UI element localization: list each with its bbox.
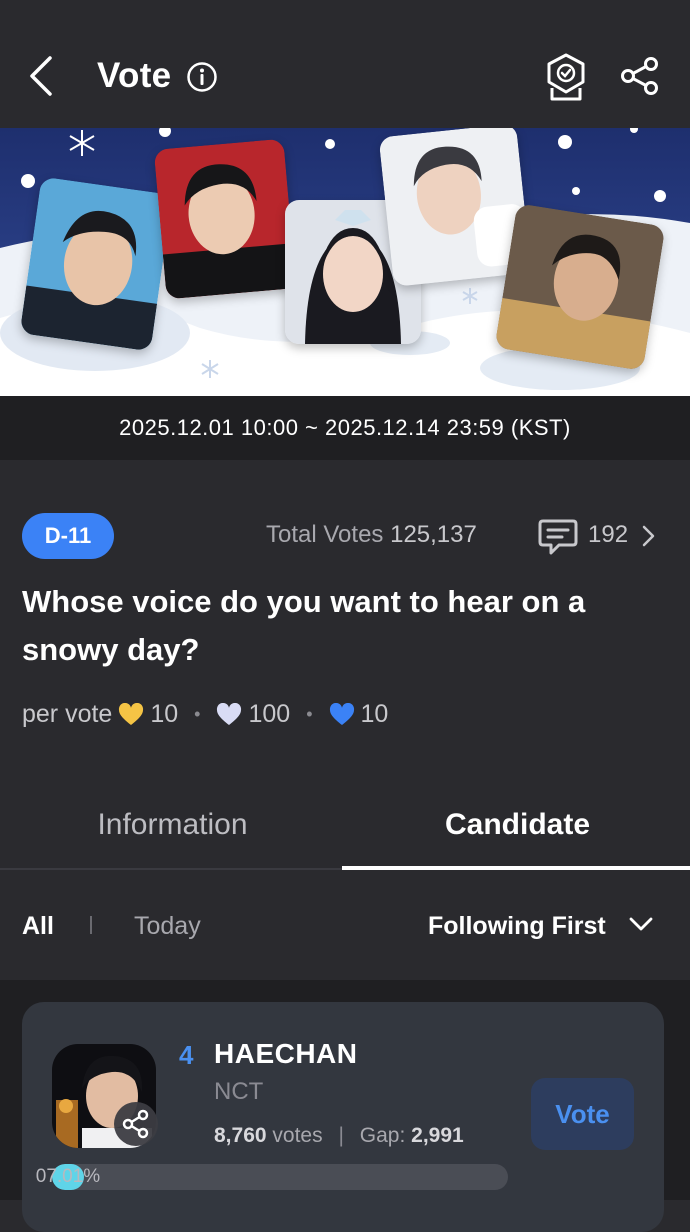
sort-dropdown[interactable]: Following First <box>428 912 606 941</box>
comment-count[interactable]: 192 <box>588 521 628 549</box>
separator-dot: • <box>306 704 313 724</box>
tab-candidate[interactable]: Candidate <box>345 780 690 870</box>
candidate-photo <box>153 138 297 300</box>
total-votes-value: 125,137 <box>390 521 477 548</box>
top-bar: Vote <box>0 0 690 128</box>
filter-all[interactable]: All <box>22 912 54 941</box>
vote-count: 8,760 <box>214 1124 267 1147</box>
vote-period: 2025.12.01 10:00 ~ 2025.12.14 23:59 (KST… <box>0 396 690 460</box>
gold-heart-icon <box>119 702 144 725</box>
vote-question: Whose voice do you want to hear on a sno… <box>22 584 586 667</box>
chevron-right-icon[interactable] <box>640 524 656 548</box>
vote-progress-bar <box>52 1164 508 1190</box>
per-vote-label: per vote <box>22 700 113 728</box>
blue-heart-icon <box>329 702 354 725</box>
candidate-stats: 8,760 votes | Gap: 2,991 <box>214 1124 464 1148</box>
tab-bar: Information Candidate <box>0 780 690 870</box>
award-badge-icon[interactable] <box>544 52 588 102</box>
candidate-photo <box>494 203 666 371</box>
vote-count-unit: votes <box>272 1124 323 1147</box>
share-icon <box>122 1109 149 1139</box>
candidate-photo <box>19 176 173 352</box>
filter-today[interactable]: Today <box>134 912 201 941</box>
total-votes-label: Total Votes <box>266 521 384 548</box>
silver-cost: 100 <box>248 700 291 728</box>
per-vote-cost: per vote 10 • 100 • 10 <box>22 700 388 729</box>
gold-cost: 10 <box>150 700 179 728</box>
blue-cost: 10 <box>360 700 389 728</box>
filter-bar: All Today Following First <box>0 872 690 980</box>
total-votes: Total Votes 125,137 <box>266 521 477 549</box>
page-title: Vote <box>97 56 172 95</box>
candidate-group: NCT <box>214 1078 264 1105</box>
back-arrow-icon[interactable] <box>22 52 62 100</box>
gap-label: Gap: <box>359 1124 406 1147</box>
vote-percent: 07.01% <box>35 1166 101 1187</box>
active-tab-indicator <box>342 866 690 870</box>
info-icon[interactable] <box>186 61 218 93</box>
candidate-rank: 4 <box>179 1040 194 1070</box>
comment-icon[interactable] <box>537 515 579 557</box>
gap-value: 2,991 <box>411 1124 464 1147</box>
stats-divider: | <box>338 1124 344 1147</box>
vote-button[interactable]: Vote <box>531 1078 634 1150</box>
dday-badge: D-11 <box>22 513 114 559</box>
separator-dot: • <box>194 704 201 724</box>
avatar-share-button[interactable] <box>114 1102 158 1146</box>
filter-divider <box>90 916 92 934</box>
chevron-down-icon[interactable] <box>628 914 654 934</box>
share-icon[interactable] <box>620 56 660 96</box>
silver-heart-icon <box>217 702 242 725</box>
tab-information[interactable]: Information <box>0 780 345 870</box>
candidate-name: HAECHAN <box>214 1038 358 1069</box>
snowflake-icon <box>69 130 95 156</box>
event-banner <box>0 128 690 396</box>
